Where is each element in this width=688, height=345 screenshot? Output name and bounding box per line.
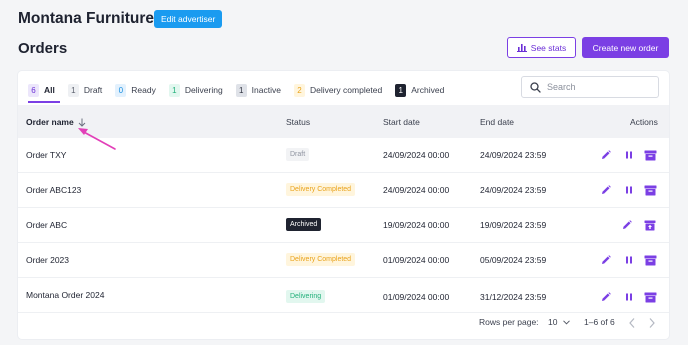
archive-icon[interactable] (643, 149, 657, 161)
column-status[interactable]: Status (286, 117, 310, 127)
order-name[interactable]: Order ABC123 (26, 185, 81, 195)
start-date: 01/09/2024 00:00 (383, 292, 450, 302)
rows-per-page-value: 10 (548, 317, 558, 327)
unarchive-icon[interactable] (643, 219, 657, 231)
table-row[interactable]: Order ABC123 Delivery Completed 24/09/20… (18, 173, 669, 208)
see-stats-button[interactable]: See stats (507, 37, 576, 58)
status-badge: Delivery Completed (286, 183, 356, 196)
tab-label: Archived (411, 85, 445, 95)
edit-pencil-icon[interactable] (600, 184, 612, 196)
tab-count: 6 (28, 83, 39, 97)
previous-page-icon[interactable] (628, 316, 638, 328)
search-box[interactable] (521, 76, 659, 98)
end-date: 19/09/2024 23:59 (480, 220, 547, 230)
column-actions: Actions (630, 117, 658, 127)
end-date: 24/09/2024 23:59 (480, 185, 547, 195)
annotation-arrow-icon (78, 128, 116, 150)
start-date: 24/09/2024 00:00 (383, 185, 450, 195)
rows-per-page-select[interactable]: 10 (548, 317, 571, 327)
end-date: 24/09/2024 23:59 (480, 150, 547, 160)
edit-pencil-icon[interactable] (600, 149, 612, 161)
tab-delivery-completed[interactable]: 2 Delivery completed (293, 82, 383, 98)
tab-label: Ready (131, 85, 156, 95)
pause-icon[interactable] (623, 184, 635, 196)
create-new-order-button[interactable]: Create new order (582, 37, 669, 58)
search-input[interactable] (547, 82, 647, 92)
tab-count: 1 (67, 83, 79, 97)
tab-label: Delivery completed (309, 85, 383, 95)
archive-icon[interactable] (643, 291, 657, 303)
order-name[interactable]: Montana Order 2024 (26, 290, 104, 300)
page-title: Orders (18, 40, 68, 57)
status-tabs: 6 All 1 Draft 0 Ready 1 Delivering 1 Ina… (28, 82, 457, 98)
edit-pencil-icon[interactable] (621, 219, 633, 231)
chevron-down-icon (563, 319, 571, 325)
pagination-range: 1–6 of 6 (584, 317, 615, 327)
status-badge: Draft (286, 148, 310, 161)
start-date: 24/09/2024 00:00 (383, 150, 450, 160)
archive-icon[interactable] (643, 254, 657, 266)
start-date: 19/09/2024 00:00 (383, 220, 450, 230)
end-date: 05/09/2024 23:59 (480, 255, 547, 265)
table-row[interactable]: Order 2023 Delivery Completed 01/09/2024… (18, 243, 669, 278)
column-end-date[interactable]: End date (480, 117, 514, 127)
column-start-date[interactable]: Start date (383, 117, 420, 127)
next-page-icon[interactable] (648, 316, 658, 328)
tab-archived[interactable]: 1 Archived (395, 82, 444, 98)
advertiser-name: Montana Furniture (18, 10, 155, 27)
edit-pencil-icon[interactable] (600, 254, 612, 266)
status-badge: Archived (286, 218, 322, 231)
tab-all[interactable]: 6 All (28, 82, 55, 98)
tab-label: Draft (83, 85, 103, 95)
search-icon (530, 81, 541, 93)
pause-icon[interactable] (623, 149, 635, 161)
order-name[interactable]: Order 2023 (26, 255, 69, 265)
tab-label: Delivering (184, 85, 223, 95)
rows-per-page-label: Rows per page: (479, 317, 539, 327)
tab-count: 2 (293, 83, 305, 97)
pause-icon[interactable] (623, 254, 635, 266)
see-stats-label: See stats (530, 42, 567, 53)
status-badge: Delivery Completed (286, 253, 356, 266)
pause-icon[interactable] (623, 291, 635, 303)
tab-count: 0 (115, 83, 127, 97)
tab-count: 1 (395, 83, 407, 97)
tab-label: All (44, 85, 55, 95)
tab-ready[interactable]: 0 Ready (115, 82, 156, 98)
bar-chart-icon (516, 44, 527, 52)
table-row[interactable]: Order ABC Archived 19/09/2024 00:00 19/0… (18, 208, 669, 243)
tab-draft[interactable]: 1 Draft (67, 82, 103, 98)
orders-card: 6 All 1 Draft 0 Ready 1 Delivering 1 Ina… (18, 71, 669, 339)
archive-icon[interactable] (643, 184, 657, 196)
edit-advertiser-button[interactable]: Edit advertiser (154, 10, 223, 28)
active-tab-indicator (28, 101, 60, 103)
table-row[interactable]: Montana Order 2024 Delivering 01/09/2024… (18, 278, 669, 313)
status-badge: Delivering (286, 290, 326, 303)
order-name[interactable]: Order ABC (26, 220, 67, 230)
edit-pencil-icon[interactable] (600, 291, 612, 303)
tab-count: 1 (168, 83, 180, 97)
tab-delivering[interactable]: 1 Delivering (168, 82, 223, 98)
start-date: 01/09/2024 00:00 (383, 255, 450, 265)
end-date: 31/12/2024 23:59 (480, 292, 547, 302)
tab-inactive[interactable]: 1 Inactive (235, 82, 281, 98)
tab-count: 1 (235, 83, 247, 97)
tab-label: Inactive (251, 85, 281, 95)
